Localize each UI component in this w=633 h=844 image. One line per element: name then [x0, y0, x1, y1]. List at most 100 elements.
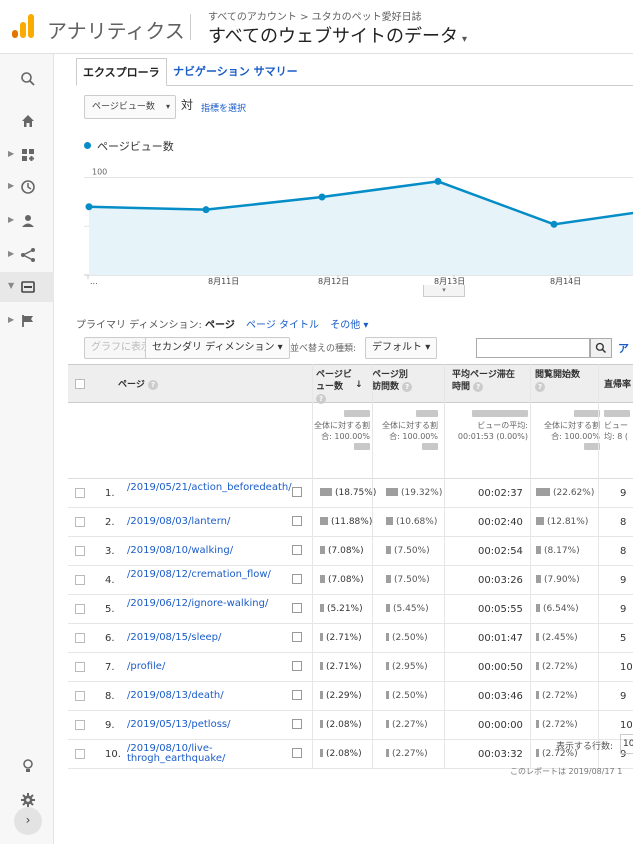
gear-icon[interactable] — [20, 792, 36, 808]
row-index: 2. — [105, 517, 115, 528]
analytics-logo-icon[interactable] — [12, 14, 34, 38]
entrances-cell: (8.17%) — [536, 546, 580, 556]
view-selector[interactable]: すべてのウェブサイトのデータ ▾ — [208, 22, 467, 48]
pageviews-cell: (2.29%) — [320, 691, 362, 701]
page-link[interactable]: /2019/05/13/petloss/ — [127, 720, 289, 730]
open-external-icon[interactable] — [292, 690, 302, 700]
open-external-icon[interactable] — [292, 603, 302, 613]
select-all-checkbox[interactable] — [75, 379, 85, 389]
help-icon[interactable]: ? — [535, 382, 545, 392]
avg-time-cell: 00:03:26 — [478, 575, 523, 586]
table-search-input[interactable] — [476, 338, 590, 358]
row-checkbox[interactable] — [75, 604, 85, 614]
nav-behavior[interactable]: ▼ — [0, 272, 54, 302]
data-point[interactable] — [202, 206, 210, 214]
data-point[interactable] — [318, 193, 326, 201]
row-checkbox[interactable] — [75, 488, 85, 498]
nav-realtime[interactable]: ▶ — [0, 172, 54, 202]
col-header-avg-time[interactable]: 平均ページ滞在時間 ? — [452, 369, 522, 393]
advanced-filter-link[interactable]: ア — [618, 340, 629, 356]
chevron-down-icon: ▾ — [462, 34, 468, 45]
help-icon[interactable]: ? — [473, 382, 484, 392]
data-point[interactable] — [550, 220, 558, 228]
row-checkbox[interactable] — [75, 546, 85, 556]
total-avg-time-share: ビューの平均: 00:01:53 (0.00%) — [457, 421, 528, 441]
open-external-icon[interactable] — [292, 661, 302, 671]
row-index: 4. — [105, 575, 115, 586]
page-link[interactable]: /2019/08/10/walking/ — [127, 546, 289, 556]
chart-resize-handle[interactable]: ▾ — [423, 285, 465, 297]
table-search-button[interactable] — [590, 338, 612, 358]
open-external-icon[interactable] — [292, 632, 302, 642]
page-link[interactable]: /2019/05/21/action_beforedeath/ — [127, 483, 292, 493]
expand-nav-button[interactable]: › — [14, 807, 42, 835]
pageviews-cell: (11.88%) — [320, 517, 372, 527]
nav-search[interactable] — [0, 64, 54, 94]
unique-pageviews-cell: (5.45%) — [386, 604, 429, 614]
pageviews-bar — [320, 691, 323, 699]
open-external-icon[interactable] — [292, 719, 302, 729]
metric-selector[interactable]: ページビュー数 ▾ — [84, 95, 176, 119]
open-external-icon[interactable] — [292, 574, 302, 584]
table-row: 5. /2019/06/12/ignore-walking/ (5.21%) (5.4… — [68, 595, 633, 624]
row-checkbox[interactable] — [75, 749, 85, 759]
page-link[interactable]: /profile/ — [127, 662, 289, 672]
page-link[interactable]: /2019/08/13/death/ — [127, 691, 289, 701]
row-checkbox[interactable] — [75, 720, 85, 730]
dimension-page[interactable]: ページ — [205, 320, 235, 331]
avg-time-cell: 00:05:55 — [478, 604, 523, 615]
breadcrumb[interactable]: すべてのアカウント > ユタカのペット愛好日誌 — [208, 8, 422, 23]
col-header-pageviews[interactable]: ページビュー数 ? — [316, 369, 352, 405]
help-icon[interactable]: ? — [147, 380, 158, 390]
page-link[interactable]: /2019/08/15/sleep/ — [127, 633, 289, 643]
total-bounce-rate-share: ビュー均: 8 ( — [604, 421, 628, 441]
col-header-unique-pageviews[interactable]: ページ別訪問数 ? — [372, 369, 416, 393]
open-external-icon[interactable] — [292, 748, 302, 758]
select-metric-link[interactable]: 指標を選択 — [201, 101, 246, 114]
sort-desc-icon[interactable]: ↓ — [355, 379, 363, 391]
chevron-down-icon: ▾ — [165, 102, 170, 111]
nav-home[interactable] — [0, 106, 54, 136]
nav-audience[interactable]: ▶ — [0, 206, 54, 236]
nav-conversions[interactable]: ▶ — [0, 306, 54, 336]
chevron-down-icon: ▼ — [8, 281, 15, 290]
col-header-bounce-rate[interactable]: 直帰率 — [604, 379, 631, 391]
rows-per-page-select[interactable]: 10 — [620, 734, 633, 754]
row-checkbox[interactable] — [75, 691, 85, 701]
entrances-bar — [536, 720, 539, 728]
data-point[interactable] — [434, 177, 442, 185]
clock-icon — [21, 180, 35, 194]
help-icon[interactable]: ? — [402, 382, 413, 392]
row-checkbox[interactable] — [75, 517, 85, 527]
versus-label: 対 — [181, 98, 194, 112]
page-link[interactable]: /2019/06/12/ignore-walking/ — [127, 599, 289, 609]
unique-pageviews-share: (2.27%) — [392, 720, 428, 730]
page-link[interactable]: /2019/08/03/lantern/ — [127, 517, 289, 527]
pageviews-share: (2.71%) — [326, 633, 362, 643]
col-header-page[interactable]: ページ ? — [118, 379, 158, 391]
data-point[interactable] — [85, 203, 93, 211]
sort-type-select[interactable]: デフォルト ▾ — [365, 337, 438, 359]
nav-acquisition[interactable]: ▶ — [0, 240, 54, 270]
tab-navigation-summary[interactable]: ナビゲーション サマリー — [167, 58, 304, 86]
unique-pageviews-cell: (2.50%) — [386, 691, 428, 701]
tab-explorer[interactable]: エクスプローラ — [76, 58, 167, 86]
dimension-other[interactable]: その他 ▾ — [330, 320, 368, 331]
lightbulb-icon[interactable] — [20, 758, 36, 774]
secondary-dimension-button[interactable]: セカンダリ ディメンション ▾ — [145, 337, 290, 359]
chevron-right-icon: ▶ — [8, 249, 15, 258]
entrances-share: (22.62%) — [553, 488, 595, 498]
dimension-page-title[interactable]: ページ タイトル — [246, 320, 319, 331]
col-header-entrances[interactable]: 閲覧開始数? — [535, 369, 595, 393]
row-index: 7. — [105, 662, 115, 673]
page-link[interactable]: /2019/08/12/cremation_flow/ — [127, 570, 289, 580]
row-checkbox[interactable] — [75, 662, 85, 672]
open-external-icon[interactable] — [292, 516, 302, 526]
open-external-icon[interactable] — [292, 487, 302, 497]
page-link[interactable]: /2019/08/10/live-throgh_earthquake/ — [127, 744, 289, 764]
nav-customization[interactable]: ▶ — [0, 140, 54, 170]
unique-pageviews-share: (10.68%) — [396, 517, 438, 527]
row-checkbox[interactable] — [75, 575, 85, 585]
open-external-icon[interactable] — [292, 545, 302, 555]
row-checkbox[interactable] — [75, 633, 85, 643]
